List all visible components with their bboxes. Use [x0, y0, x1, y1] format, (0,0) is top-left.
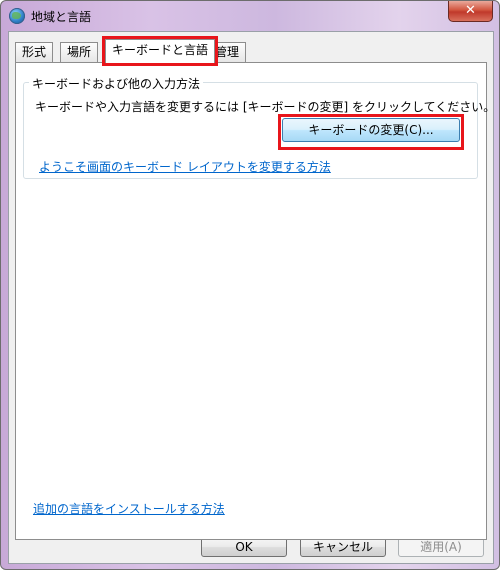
- dialog-window: 地域と言語 ✕ 形式 場所 キーボードと言語 管理 キーボードおよび他の入力方法…: [0, 0, 500, 570]
- welcome-screen-layout-link[interactable]: ようこそ画面のキーボード レイアウトを変更する方法: [39, 158, 331, 175]
- keyboard-group-title: キーボードおよび他の入力方法: [29, 75, 204, 92]
- ok-button[interactable]: OK: [201, 537, 287, 557]
- tab-location[interactable]: 場所: [60, 42, 99, 62]
- dialog-body: 形式 場所 キーボードと言語 管理 キーボードおよび他の入力方法 キーボードや入…: [8, 31, 496, 564]
- title-bar: 地域と言語 ✕: [1, 1, 499, 31]
- close-button[interactable]: ✕: [448, 1, 493, 22]
- apply-button[interactable]: 適用(A): [398, 537, 484, 557]
- tab-keyboards-languages[interactable]: キーボードと言語: [101, 36, 219, 66]
- install-languages-link[interactable]: 追加の言語をインストールする方法: [33, 500, 225, 517]
- globe-icon: [9, 8, 25, 24]
- keyboard-description: キーボードや入力言語を変更するには [キーボードの変更] をクリックしてください…: [35, 100, 496, 114]
- tab-format[interactable]: 形式: [15, 42, 54, 62]
- cancel-button[interactable]: キャンセル: [300, 537, 386, 557]
- change-button-highlight: [278, 114, 464, 150]
- window-title: 地域と言語: [31, 10, 92, 24]
